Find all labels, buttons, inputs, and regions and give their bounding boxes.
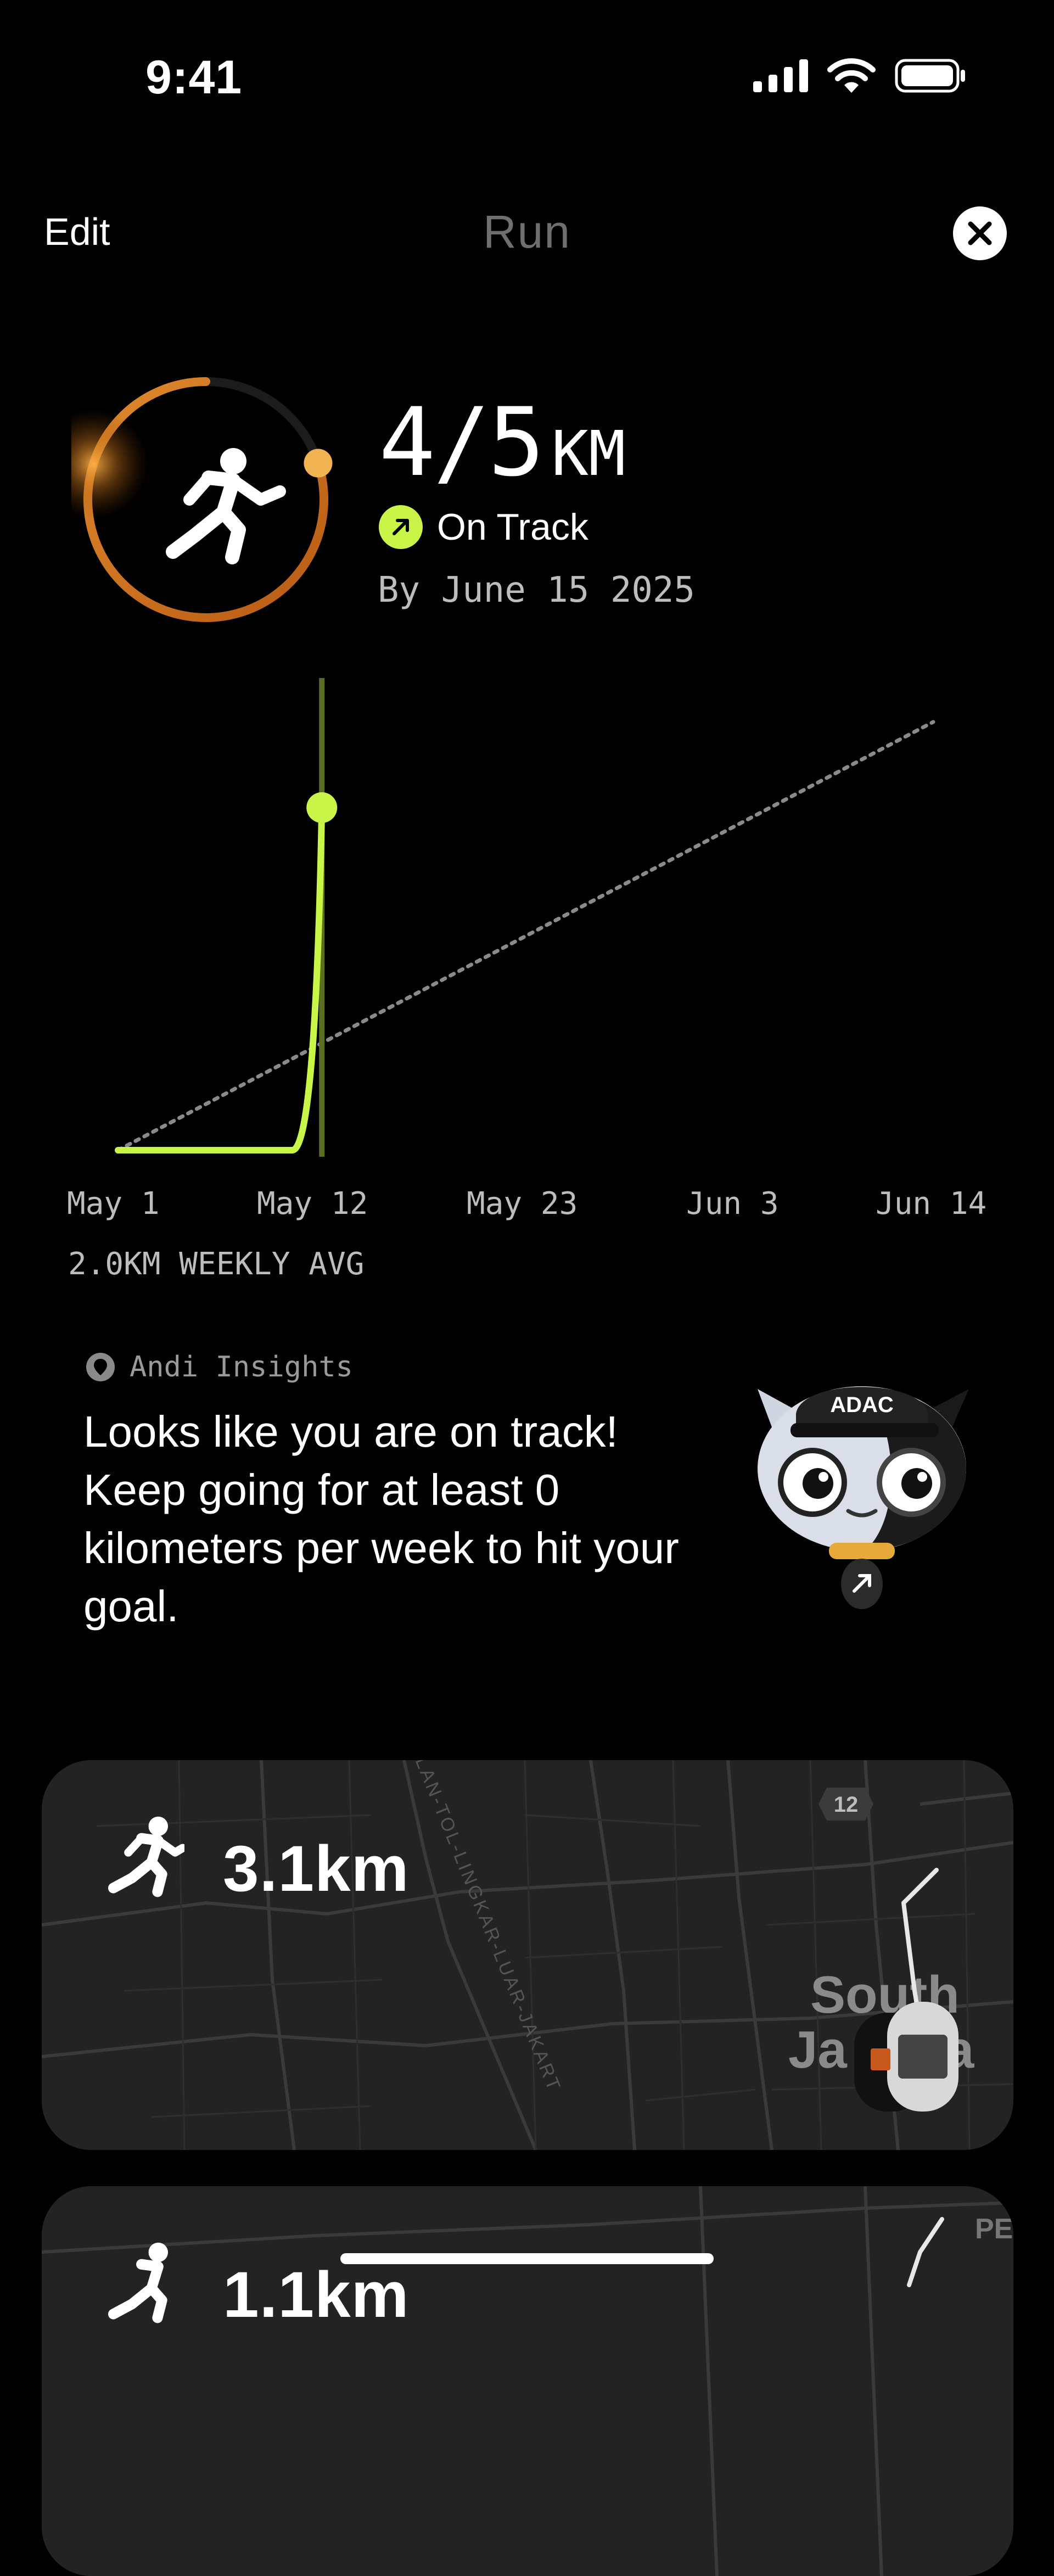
- map-label-ja: Ja: [788, 2020, 847, 2079]
- activity-card[interactable]: 12 LAN-TOL-LINGKAR-LUAR-JAKART South Ja …: [42, 1760, 1013, 2150]
- insights-message: Looks like you are on track! Keep going …: [83, 1407, 679, 1631]
- route-shield: 12: [818, 1788, 873, 1821]
- running-person-icon: [108, 1816, 184, 1897]
- status-text: On Track: [437, 506, 588, 548]
- route-shield-label: 12: [834, 1793, 859, 1817]
- route-map: PE: [42, 2186, 1013, 2576]
- progress-ring-knob: [304, 449, 333, 478]
- mascot-cap-text: ADAC: [830, 1393, 894, 1417]
- home-indicator[interactable]: [340, 2253, 714, 2264]
- trend-up-icon: [379, 505, 423, 549]
- close-icon: [968, 221, 992, 245]
- mascot-collar: [829, 1543, 895, 1559]
- activity-sticker: [854, 2002, 958, 2112]
- route-map: 12 LAN-TOL-LINGKAR-LUAR-JAKART South Ja …: [42, 1760, 1013, 2150]
- status-time: 9:41: [145, 51, 243, 104]
- cellular-signal-icon: [753, 59, 808, 92]
- progress-line: [115, 804, 326, 1153]
- x-tick-label: Jun 14: [876, 1186, 987, 1222]
- insights-header: Andi Insights: [86, 1351, 353, 1384]
- location-pin-icon: [86, 1353, 115, 1381]
- page-title: Run: [483, 206, 571, 257]
- distance-unit: KM: [551, 418, 626, 490]
- x-tick-label: May 12: [257, 1186, 368, 1222]
- goal-line: [116, 720, 935, 1152]
- activity-distance: 3.1km: [223, 1833, 410, 1905]
- current-point[interactable]: [306, 792, 338, 823]
- activity-card[interactable]: PE 1.1km: [42, 2186, 1013, 2576]
- running-person-icon: [166, 448, 286, 564]
- close-button[interactable]: [953, 206, 1007, 260]
- x-tick-label: Jun 3: [686, 1186, 779, 1222]
- progress-ring: [71, 377, 333, 622]
- activity-distance: 1.1km: [223, 2259, 410, 2331]
- battery-icon: [895, 59, 965, 93]
- progress-chart[interactable]: [0, 670, 1054, 1175]
- status-icons: [753, 58, 966, 94]
- weekly-average: 2.0KM WEEKLY AVG: [68, 1246, 365, 1282]
- deadline-text: By June 15 2025: [378, 570, 695, 611]
- x-tick-label: May 1: [67, 1186, 160, 1222]
- map-label-pe: PE: [975, 2213, 1013, 2245]
- x-tick-label: May 23: [467, 1186, 578, 1222]
- wifi-icon: [827, 58, 876, 93]
- distance-value: 4/5: [379, 387, 545, 497]
- distance-progress: 4/5 KM: [379, 387, 626, 497]
- status-row: On Track: [379, 505, 588, 549]
- progress-ring-glow: [71, 409, 148, 519]
- mascot-image: ADAC: [758, 1386, 969, 1609]
- running-person-icon: [108, 2242, 168, 2323]
- insights-title: Andi Insights: [130, 1351, 353, 1384]
